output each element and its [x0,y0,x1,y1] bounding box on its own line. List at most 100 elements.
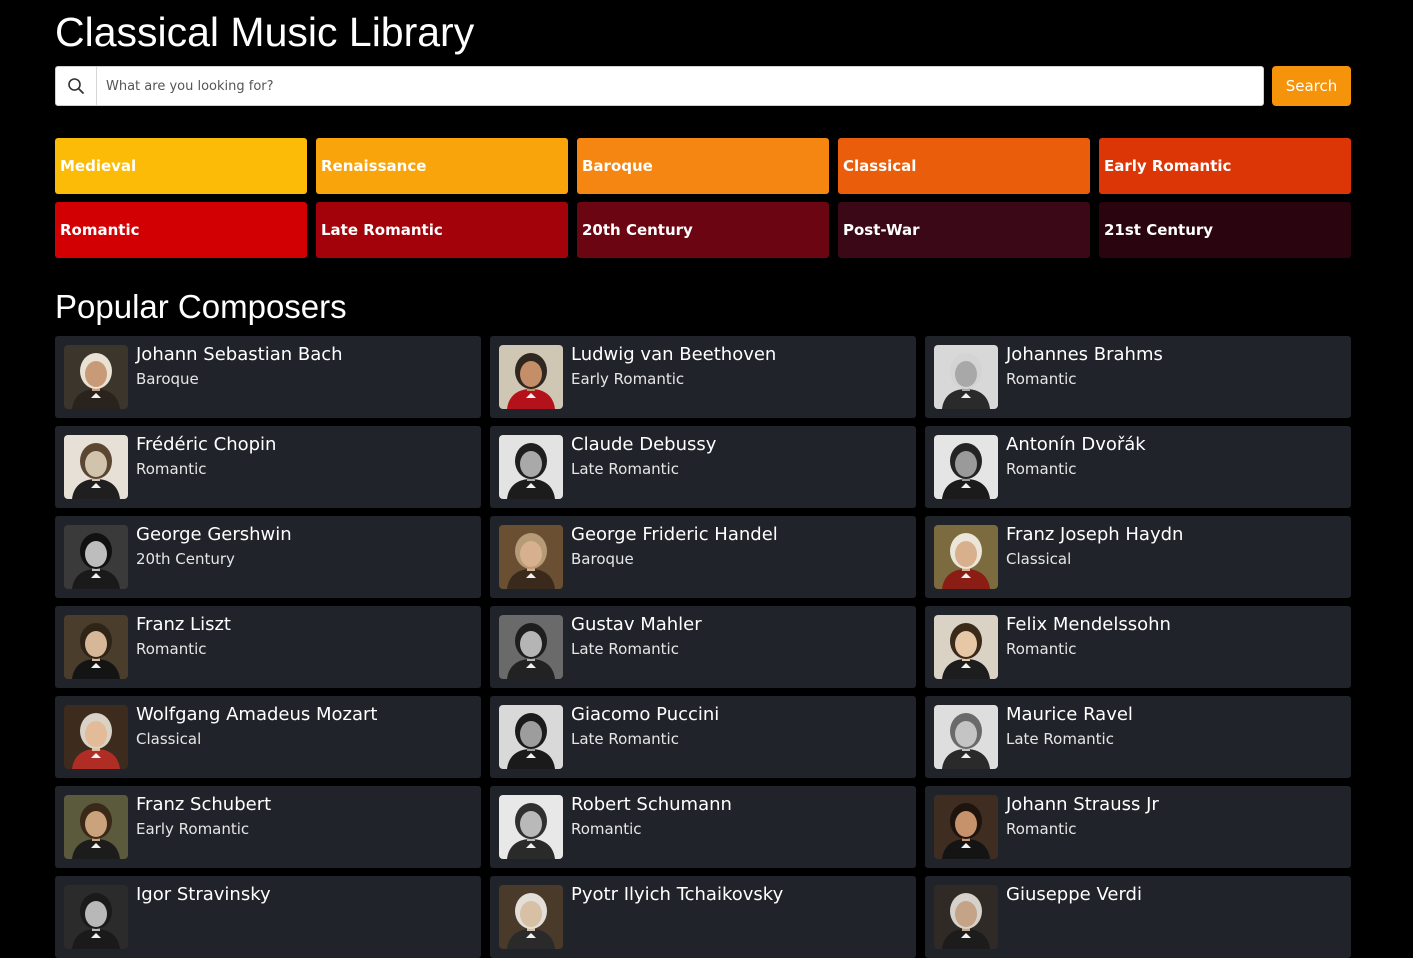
era-label: Renaissance [321,157,427,175]
composer-era: Baroque [571,550,634,568]
search-box [55,66,1264,106]
era-label: Late Romantic [321,221,443,239]
composer-portrait [499,525,563,589]
composer-card-liszt[interactable]: Franz Liszt Romantic [55,606,481,688]
composer-portrait [64,525,128,589]
composer-portrait [64,705,128,769]
era-grid: Medieval Renaissance Baroque Classical Early… [55,138,1351,258]
composer-card-stravinsky[interactable]: Igor Stravinsky [55,876,481,958]
composer-card-dvorak[interactable]: Antonín Dvořák Romantic [925,426,1351,508]
composer-portrait [934,435,998,499]
composer-name: Pyotr Ilyich Tchaikovsky [571,884,784,905]
composer-portrait [934,345,998,409]
composer-name: Franz Schubert [136,794,272,815]
composer-portrait [934,705,998,769]
search-button[interactable]: Search [1272,66,1351,106]
composer-era: Late Romantic [1006,730,1114,748]
app-title: Classical Music Library [55,9,475,55]
composer-era: 20th Century [136,550,235,568]
era-label: Early Romantic [1104,157,1232,175]
era-tile-romantic[interactable]: Romantic [55,202,307,258]
composer-era: Romantic [1006,640,1077,658]
composer-name: Franz Liszt [136,614,231,635]
composer-card-tchaikovsky[interactable]: Pyotr Ilyich Tchaikovsky [490,876,916,958]
era-tile-late-romantic[interactable]: Late Romantic [316,202,568,258]
composer-card-strauss[interactable]: Johann Strauss Jr Romantic [925,786,1351,868]
composer-card-schumann[interactable]: Robert Schumann Romantic [490,786,916,868]
composer-portrait [934,795,998,859]
era-tile-baroque[interactable]: Baroque [577,138,829,194]
era-label: 21st Century [1104,221,1214,239]
composer-era: Classical [1006,550,1072,568]
composer-name: Maurice Ravel [1006,704,1133,725]
composer-name: Wolfgang Amadeus Mozart [136,704,378,725]
composer-portrait [499,615,563,679]
composer-card-verdi[interactable]: Giuseppe Verdi [925,876,1351,958]
composer-card-mahler[interactable]: Gustav Mahler Late Romantic [490,606,916,688]
composer-name: Igor Stravinsky [136,884,271,905]
composer-portrait [499,435,563,499]
composer-portrait [934,525,998,589]
composer-portrait [64,615,128,679]
composer-era: Early Romantic [136,820,250,838]
composer-era: Romantic [136,640,207,658]
composer-name: Felix Mendelssohn [1006,614,1171,635]
era-tile-early-romantic[interactable]: Early Romantic [1099,138,1351,194]
era-label: Classical [843,157,917,175]
composer-name: Johannes Brahms [1006,344,1163,365]
composer-era: Romantic [571,820,642,838]
composer-card-haydn[interactable]: Franz Joseph Haydn Classical [925,516,1351,598]
composer-card-handel[interactable]: George Frideric Handel Baroque [490,516,916,598]
composer-name: Gustav Mahler [571,614,702,635]
era-tile-21st-century[interactable]: 21st Century [1099,202,1351,258]
composer-card-schubert[interactable]: Franz Schubert Early Romantic [55,786,481,868]
composer-era: Romantic [1006,370,1077,388]
composer-portrait [64,435,128,499]
composer-card-beethoven[interactable]: Ludwig van Beethoven Early Romantic [490,336,916,418]
search-icon[interactable] [56,67,97,105]
composer-name: Giuseppe Verdi [1006,884,1142,905]
search-input[interactable] [97,68,1263,104]
era-tile-medieval[interactable]: Medieval [55,138,307,194]
composer-name: Frédéric Chopin [136,434,277,455]
composer-name: Johann Strauss Jr [1006,794,1159,815]
composer-card-chopin[interactable]: Frédéric Chopin Romantic [55,426,481,508]
composer-era: Late Romantic [571,640,679,658]
composer-era: Early Romantic [571,370,685,388]
composer-era: Romantic [136,460,207,478]
composer-portrait [499,345,563,409]
composer-portrait [64,885,128,949]
era-tile-renaissance[interactable]: Renaissance [316,138,568,194]
search-bar: Search [55,66,1351,106]
composer-card-gershwin[interactable]: George Gershwin 20th Century [55,516,481,598]
composer-era: Romantic [1006,460,1077,478]
composer-card-brahms[interactable]: Johannes Brahms Romantic [925,336,1351,418]
composer-era: Classical [136,730,202,748]
era-tile-post-war[interactable]: Post-War [838,202,1090,258]
composer-grid: Johann Sebastian Bach Baroque Ludwig van B… [55,336,1351,958]
composer-name: George Frideric Handel [571,524,778,545]
composer-card-mozart[interactable]: Wolfgang Amadeus Mozart Classical [55,696,481,778]
composer-era: Romantic [1006,820,1077,838]
composer-card-mendelssohn[interactable]: Felix Mendelssohn Romantic [925,606,1351,688]
composer-era: Late Romantic [571,460,679,478]
composer-portrait [499,885,563,949]
composer-card-bach[interactable]: Johann Sebastian Bach Baroque [55,336,481,418]
era-label: Romantic [60,221,140,239]
composer-name: Robert Schumann [571,794,732,815]
composer-name: Ludwig van Beethoven [571,344,777,365]
era-label: Baroque [582,157,653,175]
era-label: Medieval [60,157,137,175]
composer-card-debussy[interactable]: Claude Debussy Late Romantic [490,426,916,508]
composer-era: Baroque [136,370,199,388]
composer-portrait [499,795,563,859]
era-tile-classical[interactable]: Classical [838,138,1090,194]
composer-portrait [64,795,128,859]
composer-name: George Gershwin [136,524,292,545]
composer-name: Claude Debussy [571,434,717,455]
composer-name: Johann Sebastian Bach [136,344,343,365]
era-tile-20th-century[interactable]: 20th Century [577,202,829,258]
composer-portrait [934,885,998,949]
composer-card-puccini[interactable]: Giacomo Puccini Late Romantic [490,696,916,778]
composer-card-ravel[interactable]: Maurice Ravel Late Romantic [925,696,1351,778]
